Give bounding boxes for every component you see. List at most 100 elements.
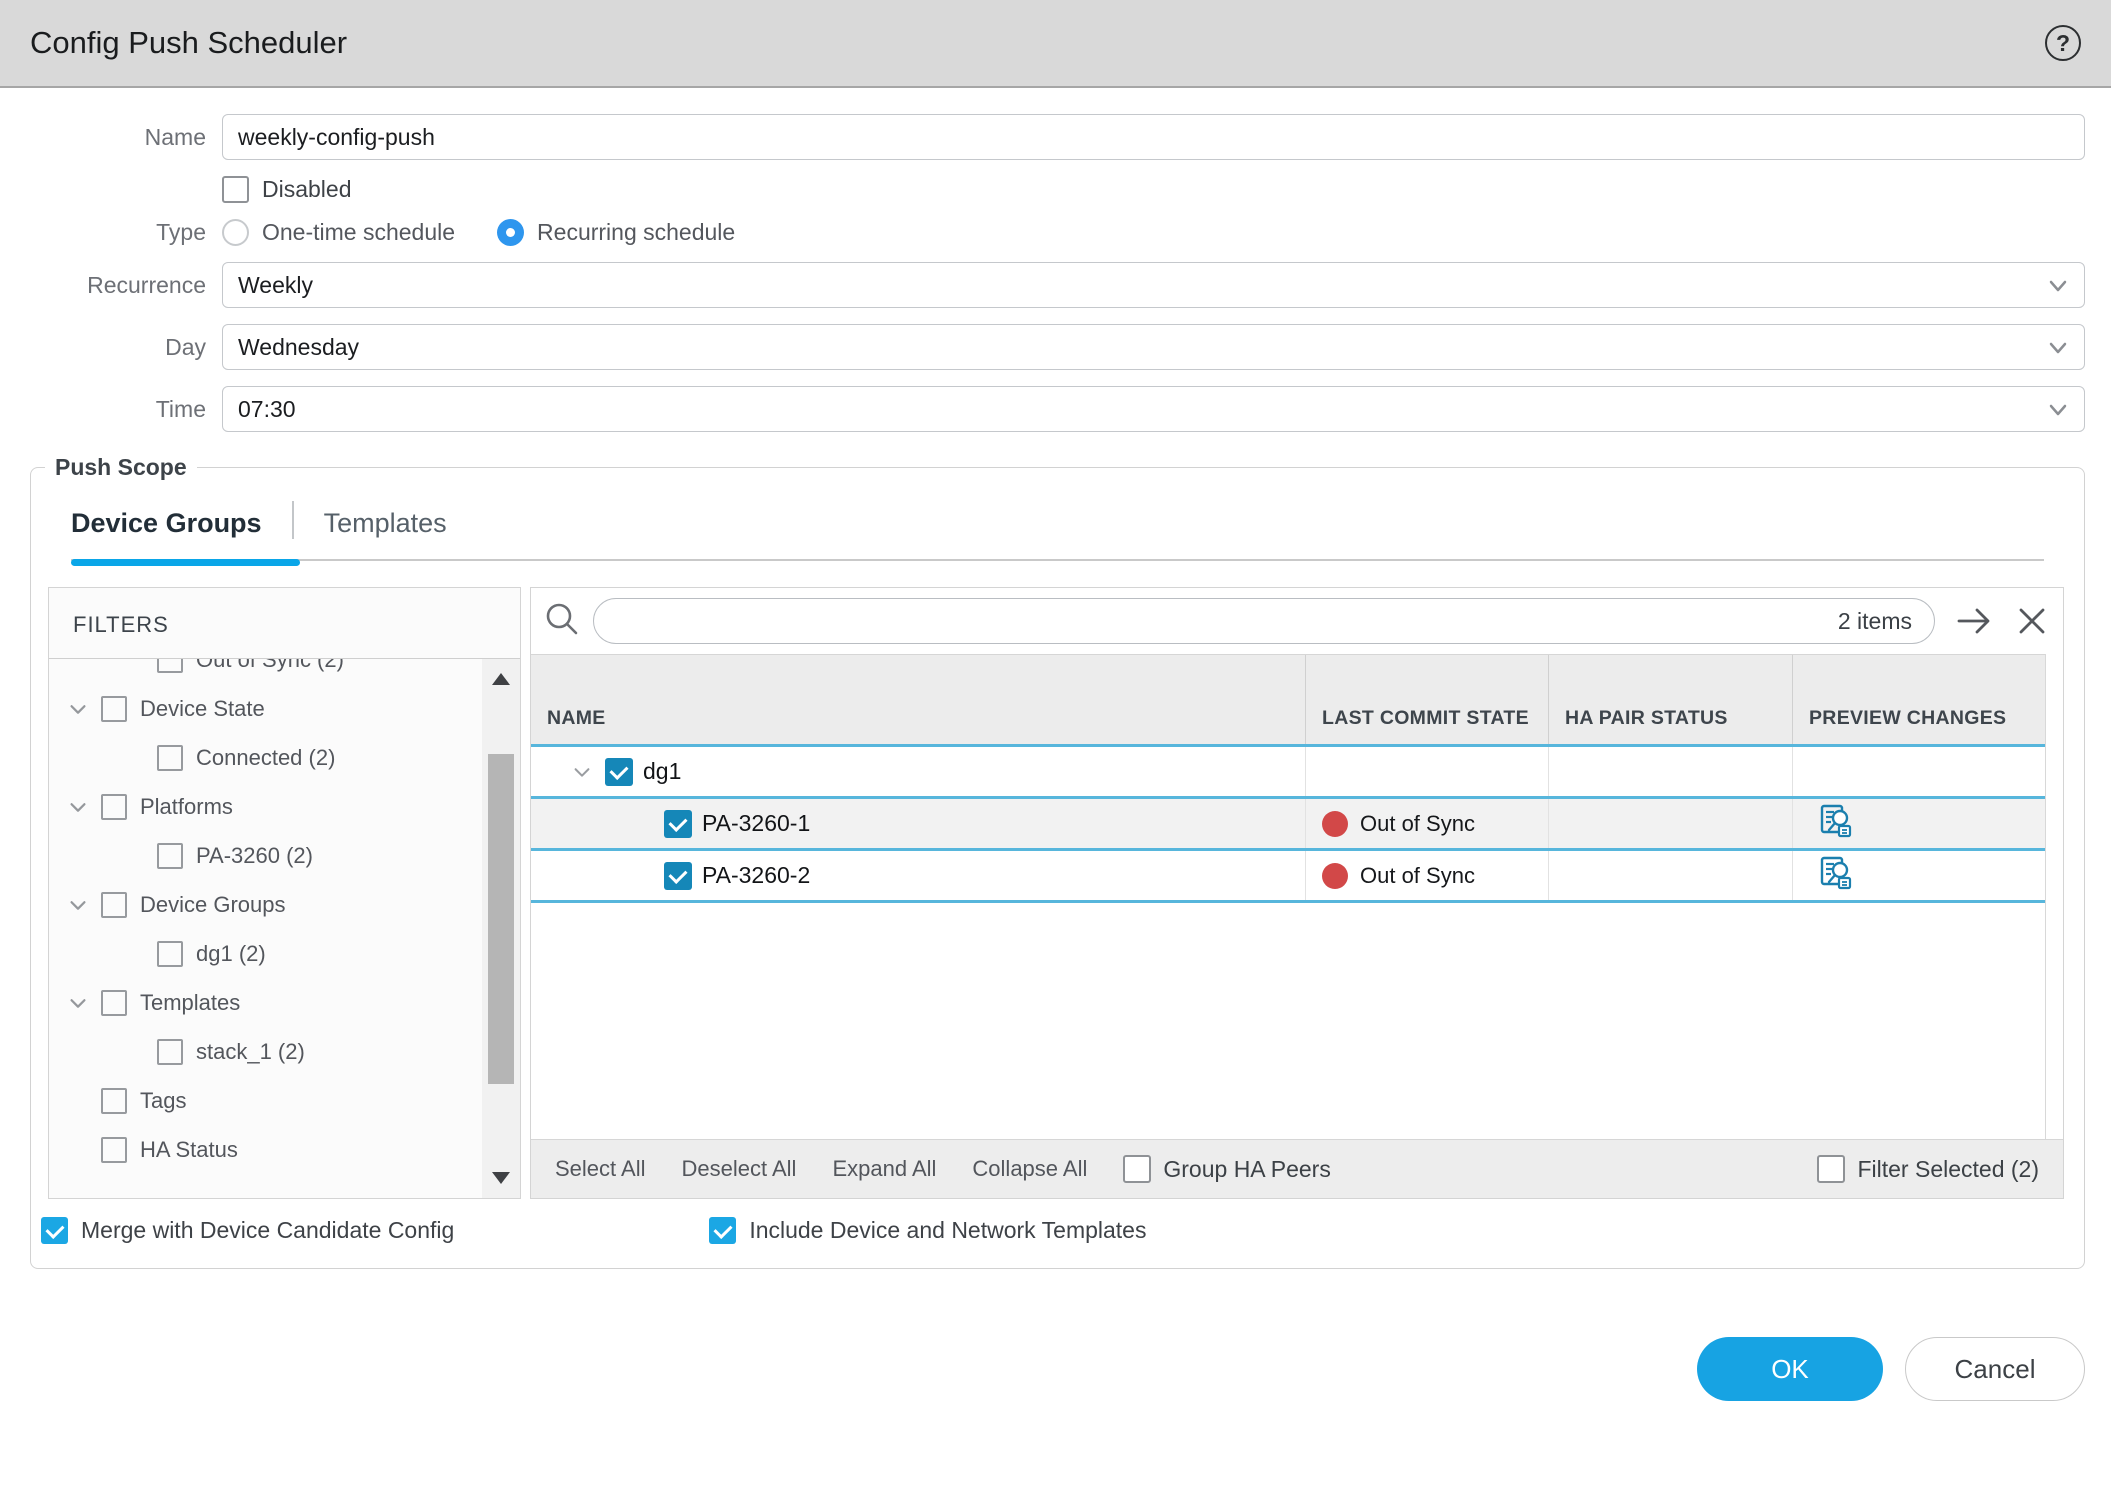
include-device-and-network-templates-option: Include Device and Network Templates [709,1217,1146,1244]
recurring-schedule-radio[interactable] [497,219,524,246]
filter-checkbox[interactable] [157,843,183,869]
disabled-label: Disabled [262,176,352,203]
time-value: 07:30 [238,396,296,423]
day-select[interactable]: Wednesday [222,324,2085,370]
cancel-button[interactable]: Cancel [1905,1337,2085,1401]
recurrence-label: Recurrence [0,272,222,299]
filter-item-connected[interactable]: Connected (2) [49,733,480,782]
filter-item-dg1[interactable]: dg1 (2) [49,929,480,978]
filter-item-platforms[interactable]: Platforms [49,782,480,831]
ok-button[interactable]: OK [1697,1337,1883,1401]
recurrence-value: Weekly [238,272,313,299]
filters-panel: FILTERS Out of Sync (2) Device State [48,587,521,1199]
table-header: NAME LAST COMMIT STATE HA PAIR STATUS PR… [531,654,2045,744]
tab-device-groups[interactable]: Device Groups [71,508,262,539]
table-row-pa-3260-2[interactable]: PA-3260-2 Out of Sync [531,851,2045,900]
group-ha-peers-checkbox[interactable] [1123,1155,1151,1183]
filter-item-device-groups[interactable]: Device Groups [49,880,480,929]
apply-filter-arrow-icon[interactable] [1955,604,1995,638]
expand-all-button[interactable]: Expand All [832,1156,936,1182]
filter-checkbox[interactable] [157,745,183,771]
filter-checkbox[interactable] [101,1088,127,1114]
filter-selected-checkbox[interactable] [1817,1155,1845,1183]
day-label: Day [0,334,222,361]
scrollbar-thumb[interactable] [488,754,514,1084]
column-header-ha-pair-status[interactable]: HA PAIR STATUS [1548,655,1792,744]
filter-checkbox[interactable] [101,696,127,722]
row-expand-chevron-icon[interactable] [571,761,593,783]
filter-item-templates[interactable]: Templates [49,978,480,1027]
time-select[interactable]: 07:30 [222,386,2085,432]
select-all-button[interactable]: Select All [555,1156,646,1182]
filter-checkbox[interactable] [157,941,183,967]
filter-checkbox[interactable] [101,990,127,1016]
chevron-down-icon [2046,274,2070,304]
type-row: Type One-time schedule Recurring schedul… [0,219,2111,246]
dialog-titlebar: Config Push Scheduler ? [0,0,2111,88]
name-input[interactable] [222,114,2085,160]
filter-checkbox[interactable] [101,1137,127,1163]
scrollbar-up-icon[interactable] [492,673,510,685]
filter-checkbox[interactable] [101,892,127,918]
row-checkbox[interactable] [605,758,633,786]
filter-checkbox[interactable] [101,794,127,820]
collapse-chevron-icon[interactable] [67,894,93,916]
collapse-chevron-icon[interactable] [67,796,93,818]
search-icon [543,600,581,643]
column-header-preview-changes[interactable]: PREVIEW CHANGES [1792,655,2045,744]
filters-scrollbar[interactable] [482,659,520,1198]
deselect-all-button[interactable]: Deselect All [682,1156,797,1182]
table-footer: Select All Deselect All Expand All Colla… [531,1139,2063,1198]
filter-item-pa-3260[interactable]: PA-3260 (2) [49,831,480,880]
tab-templates[interactable]: Templates [324,508,447,539]
device-table-panel: 2 items NAME LAST COMMIT STATE HA PAIR S… [530,587,2064,1199]
collapse-chevron-icon[interactable] [67,992,93,1014]
one-time-schedule-radio[interactable] [222,219,249,246]
filter-checkbox[interactable] [157,659,183,673]
filter-item-out-of-sync[interactable]: Out of Sync (2) [49,659,480,684]
collapse-all-button[interactable]: Collapse All [972,1156,1087,1182]
filter-checkbox[interactable] [157,1039,183,1065]
preview-changes-icon[interactable] [1817,802,1855,846]
filter-item-tags[interactable]: Tags [49,1076,480,1125]
recurrence-select[interactable]: Weekly [222,262,2085,308]
scrollbar-down-icon[interactable] [492,1172,510,1184]
search-input[interactable] [616,608,1838,634]
dialog-title: Config Push Scheduler [30,25,2045,61]
table-row-pa-3260-1[interactable]: PA-3260-1 Out of Sync [531,799,2045,848]
row-checkbox[interactable] [664,862,692,890]
disabled-checkbox[interactable] [222,176,249,203]
row-checkbox[interactable] [664,810,692,838]
recurring-schedule-label: Recurring schedule [537,219,735,246]
out-of-sync-status-dot [1322,811,1348,837]
type-label: Type [0,219,222,246]
push-options-row: Merge with Device Candidate Config Inclu… [31,1199,2084,1268]
collapse-chevron-icon[interactable] [67,698,93,720]
table-search-row: 2 items [531,588,2063,654]
filter-selected-option: Filter Selected (2) [1817,1155,2039,1183]
column-header-name[interactable]: NAME [531,655,1305,744]
time-row: Time 07:30 [0,386,2111,432]
item-count-badge: 2 items [1838,608,1912,635]
filters-header: FILTERS [49,588,520,658]
name-label: Name [0,124,222,151]
help-icon[interactable]: ? [2045,25,2081,61]
dialog-footer: OK Cancel [0,1337,2111,1401]
clear-filter-icon[interactable] [2015,604,2049,638]
table-scrollbar[interactable] [2045,654,2063,1139]
merge-with-device-candidate-config-checkbox[interactable] [41,1217,68,1244]
scope-tabbar: Device Groups Templates [71,501,2044,561]
include-device-and-network-templates-checkbox[interactable] [709,1217,736,1244]
table-row-dg1[interactable]: dg1 [531,747,2045,796]
column-header-last-commit-state[interactable]: LAST COMMIT STATE [1305,655,1548,744]
recurrence-row: Recurrence Weekly [0,262,2111,308]
preview-changes-icon[interactable] [1817,854,1855,898]
chevron-down-icon [2046,398,2070,428]
push-scope-section: Push Scope Device Groups Templates FILTE… [30,454,2085,1269]
time-label: Time [0,396,222,423]
group-ha-peers-option: Group HA Peers [1123,1155,1330,1183]
filter-item-device-state[interactable]: Device State [49,684,480,733]
filter-item-stack-1[interactable]: stack_1 (2) [49,1027,480,1076]
filter-item-ha-status[interactable]: HA Status [49,1125,480,1174]
scheduler-form: Name Disabled Type One-time schedule Rec… [0,88,2111,432]
